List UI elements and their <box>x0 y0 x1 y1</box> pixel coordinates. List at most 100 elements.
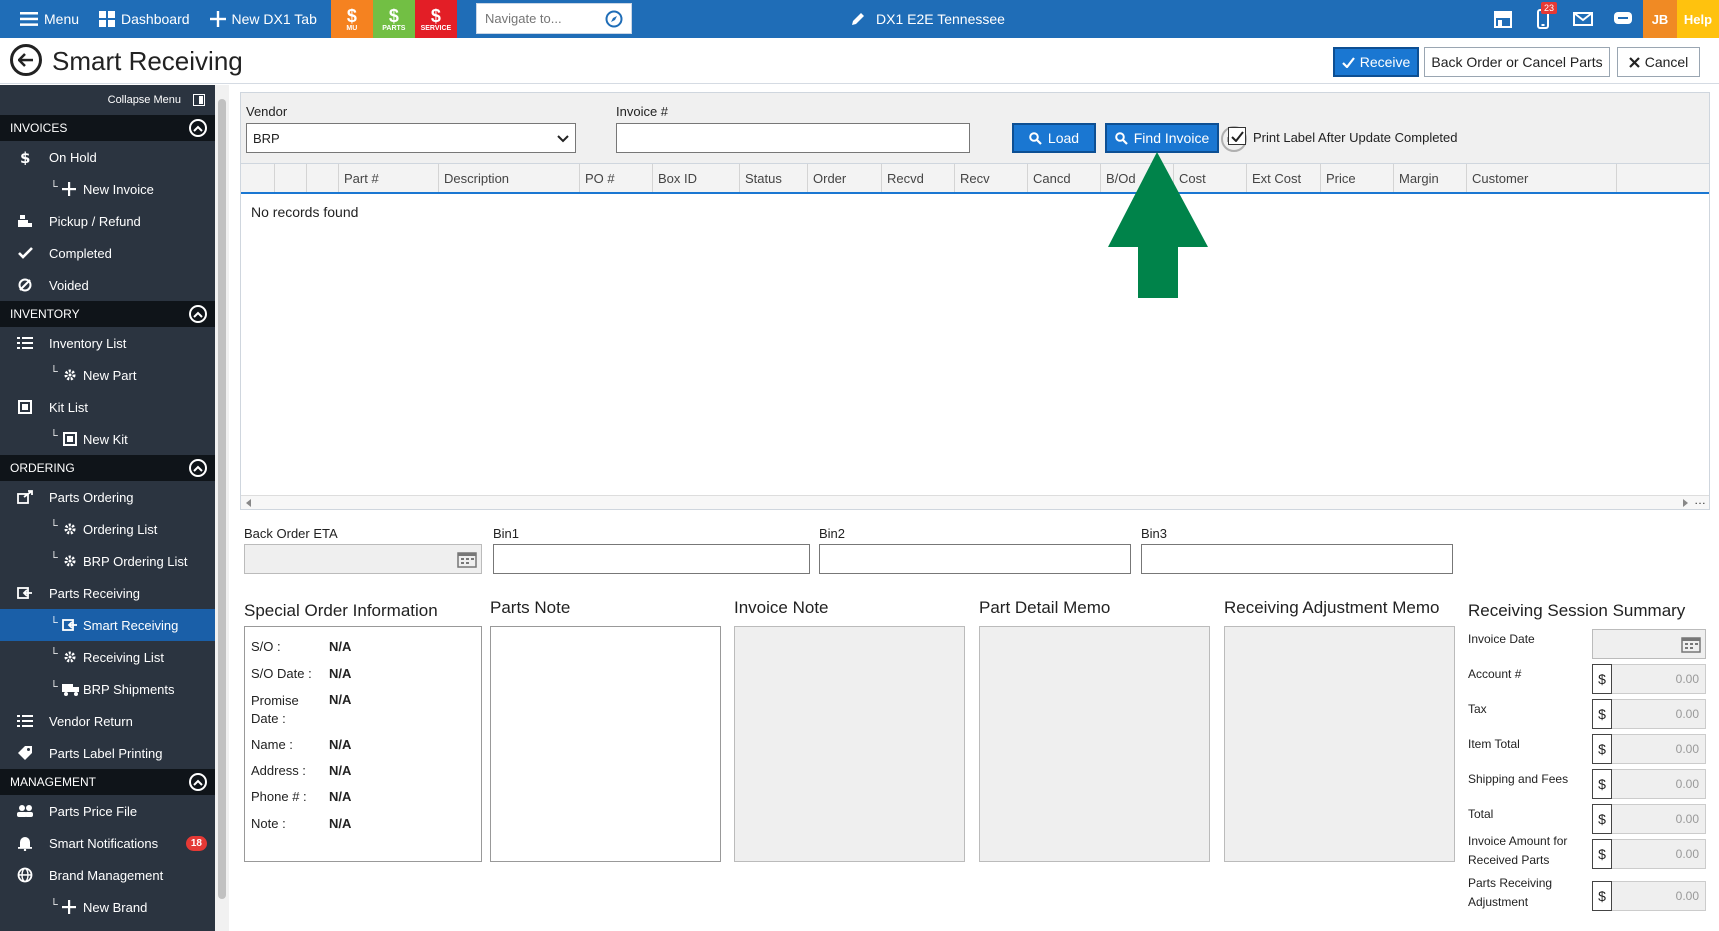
summary-value[interactable]: 0.00 <box>1612 804 1706 834</box>
receive-button[interactable]: Receive <box>1333 47 1419 77</box>
app-tile-mu[interactable]: $ MU <box>330 0 373 38</box>
sidebar-item-new-brand[interactable]: └ New Brand <box>0 891 215 923</box>
chevron-up-icon[interactable] <box>189 773 207 791</box>
vendor-select[interactable]: BRP <box>246 123 576 153</box>
column-header-recvd[interactable]: Recvd <box>882 164 955 192</box>
sidebar-scrollbar[interactable] <box>215 85 229 931</box>
sidebar-item-catalog-management[interactable]: Catalog Management <box>0 923 215 931</box>
column-header-order[interactable]: Order <box>808 164 882 192</box>
sidebar-item-inventory-list[interactable]: Inventory List <box>0 327 215 359</box>
sidebar-section-management[interactable]: MANAGEMENT <box>0 769 215 795</box>
sidebar-item-parts-label-printing[interactable]: Parts Label Printing <box>0 737 215 769</box>
new-tab-button[interactable]: New DX1 Tab <box>200 0 327 38</box>
sidebar-item-brp-shipments[interactable]: └ BRP Shipments <box>0 673 215 705</box>
help-button[interactable]: Help <box>1677 0 1719 38</box>
sidebar-item-brp-ordering-list[interactable]: └ BRP Ordering List <box>0 545 215 577</box>
column-header-ext-cost[interactable]: Ext Cost <box>1247 164 1321 192</box>
dashboard-button[interactable]: Dashboard <box>89 0 200 38</box>
sidebar-item-ordering-list[interactable]: └ Ordering List <box>0 513 215 545</box>
sidebar-item-new-invoice[interactable]: └ New Invoice <box>0 173 215 205</box>
summary-field-account[interactable]: $0.00 <box>1592 664 1706 694</box>
chevron-up-icon[interactable] <box>189 119 207 137</box>
sidebar-item-vendor-return[interactable]: Vendor Return <box>0 705 215 737</box>
bin1-input[interactable] <box>493 544 810 574</box>
summary-field-invoice-amount-for-received-parts[interactable]: $0.00 <box>1592 839 1706 869</box>
store-button[interactable] <box>1483 0 1523 38</box>
bin2-input[interactable] <box>819 544 1131 574</box>
sidebar-item-parts-receiving[interactable]: Parts Receiving <box>0 577 215 609</box>
scroll-right-icon[interactable] <box>1681 499 1689 507</box>
sidebar-item-new-kit[interactable]: └ New Kit <box>0 423 215 455</box>
invoice-date-input[interactable] <box>1592 629 1706 659</box>
column-header-blank-0[interactable] <box>241 164 275 192</box>
more-options-icon[interactable]: … <box>1694 493 1706 507</box>
app-tile-service[interactable]: $ SERVICE <box>414 0 457 38</box>
app-tile-parts[interactable]: $ PARTS <box>372 0 415 38</box>
calendar-icon[interactable] <box>1681 635 1701 653</box>
navigate-input[interactable] <box>485 11 595 26</box>
column-header-price[interactable]: Price <box>1321 164 1394 192</box>
chevron-up-icon[interactable] <box>189 459 207 477</box>
menu-button[interactable]: Menu <box>0 0 89 38</box>
chat-button[interactable] <box>1603 0 1643 38</box>
bin3-input[interactable] <box>1141 544 1453 574</box>
phone-button[interactable]: 23 <box>1523 0 1563 38</box>
column-header-blank-1[interactable] <box>275 164 307 192</box>
cancel-button[interactable]: Cancel <box>1617 47 1700 77</box>
back-button[interactable] <box>10 44 42 76</box>
column-header-customer[interactable]: Customer <box>1467 164 1617 192</box>
collapse-menu[interactable]: Collapse Menu <box>0 85 215 115</box>
column-header-po[interactable]: PO # <box>580 164 653 192</box>
sidebar-item-smart-receiving[interactable]: └ Smart Receiving <box>0 609 215 641</box>
sidebar-item-new-part[interactable]: └ New Part <box>0 359 215 391</box>
back-order-cancel-parts-button[interactable]: Back Order or Cancel Parts <box>1424 47 1610 77</box>
summary-field-item-total[interactable]: $0.00 <box>1592 734 1706 764</box>
find-invoice-button[interactable]: Find Invoice <box>1105 123 1219 153</box>
sidebar-item-receiving-list[interactable]: └ Receiving List <box>0 641 215 673</box>
compass-icon[interactable] <box>605 10 623 28</box>
calendar-icon[interactable] <box>457 550 477 568</box>
sidebar-item-kit-list[interactable]: Kit List <box>0 391 215 423</box>
column-header-description[interactable]: Description <box>439 164 580 192</box>
column-header-cancd[interactable]: Cancd <box>1028 164 1101 192</box>
summary-field-tax[interactable]: $0.00 <box>1592 699 1706 729</box>
summary-value[interactable]: 0.00 <box>1612 664 1706 694</box>
sidebar-scroll-thumb[interactable] <box>218 99 226 899</box>
mail-button[interactable] <box>1563 0 1603 38</box>
summary-value[interactable]: 0.00 <box>1612 734 1706 764</box>
sidebar-section-inventory[interactable]: INVENTORY <box>0 301 215 327</box>
sidebar-item-parts-ordering[interactable]: Parts Ordering <box>0 481 215 513</box>
sidebar-item-brand-management[interactable]: Brand Management <box>0 859 215 891</box>
parts-note-textarea[interactable] <box>490 626 721 862</box>
column-header-box-id[interactable]: Box ID <box>653 164 740 192</box>
summary-value[interactable]: 0.00 <box>1612 839 1706 869</box>
user-avatar[interactable]: JB <box>1643 0 1677 38</box>
back-order-eta-input[interactable] <box>244 544 482 574</box>
summary-value[interactable]: 0.00 <box>1612 881 1706 911</box>
sidebar-section-invoices[interactable]: INVOICES <box>0 115 215 141</box>
sidebar-section-ordering[interactable]: ORDERING <box>0 455 215 481</box>
column-header-recv[interactable]: Recv <box>955 164 1028 192</box>
dealer-title[interactable]: DX1 E2E Tennessee <box>850 0 1005 38</box>
grid-horizontal-scrollbar[interactable]: … <box>241 493 1709 509</box>
chevron-up-icon[interactable] <box>189 305 207 323</box>
summary-field-total[interactable]: $0.00 <box>1592 804 1706 834</box>
sidebar-item-pickup-refund[interactable]: Pickup / Refund <box>0 205 215 237</box>
summary-field-parts-receiving-adjustment[interactable]: $0.00 <box>1592 881 1706 911</box>
summary-field-shipping-and-fees[interactable]: $0.00 <box>1592 769 1706 799</box>
column-header-part[interactable]: Part # <box>339 164 439 192</box>
navigate-search[interactable] <box>476 3 632 34</box>
column-header-status[interactable]: Status <box>740 164 808 192</box>
column-header-margin[interactable]: Margin <box>1394 164 1467 192</box>
sidebar-item-completed[interactable]: Completed <box>0 237 215 269</box>
column-header-blank-2[interactable] <box>307 164 339 192</box>
load-button[interactable]: Load <box>1012 123 1096 153</box>
print-label-checkbox[interactable] <box>1228 127 1246 145</box>
sidebar-item-voided[interactable]: Voided <box>0 269 215 301</box>
sidebar-item-smart-notifications[interactable]: Smart Notifications 18 <box>0 827 215 859</box>
summary-value[interactable]: 0.00 <box>1612 699 1706 729</box>
sidebar-item-on-hold[interactable]: $ On Hold <box>0 141 215 173</box>
summary-value[interactable]: 0.00 <box>1612 769 1706 799</box>
sidebar-item-parts-price-file[interactable]: Parts Price File <box>0 795 215 827</box>
invoice-number-input[interactable] <box>616 123 970 153</box>
